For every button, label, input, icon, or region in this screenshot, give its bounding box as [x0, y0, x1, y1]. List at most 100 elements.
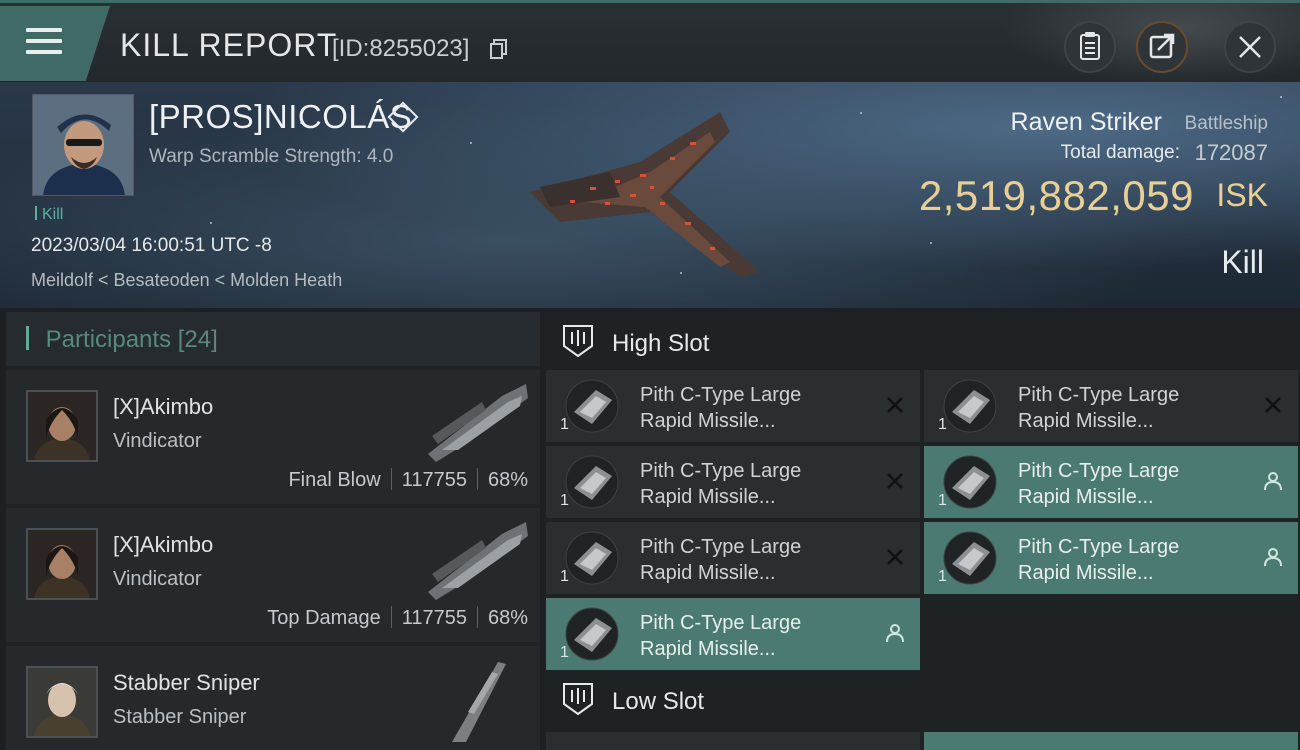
- participant-name[interactable]: Stabber Sniper: [113, 670, 260, 696]
- kill-datetime: 2023/03/04 16:00:51 UTC -8: [31, 235, 272, 256]
- participant-avatar[interactable]: [26, 528, 98, 600]
- participants-header: Participants [24]: [6, 312, 540, 366]
- low-slot-title: Low Slot: [612, 688, 705, 715]
- page-title: KILL REPORT: [120, 27, 338, 63]
- menu-icon: [26, 28, 62, 56]
- participant-damage: 117755: [401, 469, 467, 491]
- kill-tag: Kill: [35, 206, 63, 224]
- module-quantity: 1: [938, 416, 947, 433]
- module-name-line2: Rapid Missile...: [1018, 486, 1154, 508]
- victim-avatar[interactable]: [32, 94, 134, 196]
- participant-row[interactable]: [X]Akimbo Vindicator Final Blow 117755 68%: [6, 370, 540, 504]
- clipboard-button[interactable]: [1064, 21, 1116, 73]
- module-name-line2: Rapid Missile...: [640, 410, 776, 432]
- participant-portrait: [28, 530, 96, 598]
- module-name: Pith C-Type Large Rapid Missile...: [640, 534, 801, 586]
- participant-stats: Final Blow 117755 68%: [288, 468, 528, 492]
- destroyed-icon: [887, 549, 903, 565]
- participant-portrait: [28, 668, 96, 736]
- module-slot[interactable]: 1 Pith C-Type Large Rapid Missile...: [924, 522, 1298, 594]
- share-icon: [1149, 33, 1175, 59]
- module-slot[interactable]: 1 Pith C-Type Large Rapid Missile...: [546, 370, 920, 442]
- victim-portrait: [33, 95, 133, 195]
- module-quantity: 1: [560, 644, 569, 661]
- module-name-line1: Pith C-Type Large: [640, 384, 802, 406]
- participant-avatar[interactable]: [26, 390, 98, 462]
- low-slot-icon: [563, 683, 593, 716]
- close-icon: [1239, 36, 1261, 58]
- participant-ship-image: [428, 384, 528, 462]
- isk-unit: ISK: [1216, 177, 1268, 213]
- participant-avatar[interactable]: [26, 666, 98, 738]
- module-slot[interactable]: 1 Pith C-Type Large Rapid Missile...: [924, 370, 1298, 442]
- victim-ship-image: [530, 112, 760, 277]
- missile-launcher-icon: [565, 607, 619, 661]
- module-slot-partial[interactable]: [546, 732, 920, 750]
- menu-button[interactable]: [0, 6, 110, 81]
- share-button[interactable]: [1136, 21, 1188, 73]
- high-slot-icon: [563, 325, 593, 358]
- module-name-line1: Pith C-Type Large: [640, 612, 802, 634]
- module-name-line1: Pith C-Type Large: [1018, 460, 1180, 482]
- participant-percent: 68%: [487, 607, 528, 629]
- victim-banner: [PROS]NICOLÁS Warp Scramble Strength: 4.…: [0, 82, 1300, 308]
- total-damage-label: Total damage:: [1060, 142, 1180, 163]
- participant-percent: 68%: [487, 469, 528, 491]
- victim-name[interactable]: [PROS]NICOLÁS: [149, 98, 412, 136]
- warp-scramble-strength: Warp Scramble Strength: 4.0: [149, 146, 394, 167]
- module-name-line2: Rapid Missile...: [1018, 562, 1154, 584]
- module-name-line2: Rapid Missile...: [640, 638, 776, 660]
- module-quantity: 1: [560, 492, 569, 509]
- participant-ship: Stabber Sniper: [113, 706, 247, 728]
- close-button[interactable]: [1224, 21, 1276, 73]
- participant-row[interactable]: [X]Akimbo Vindicator Top Damage 117755 68%: [6, 508, 540, 642]
- missile-launcher-icon: [565, 379, 619, 433]
- module-name: Pith C-Type Large Rapid Missile...: [640, 382, 801, 434]
- header-bar: KILL REPORT [ID:8255023]: [0, 0, 1300, 85]
- victim-ship-name[interactable]: Raven Striker: [1011, 108, 1162, 137]
- participant-name[interactable]: [X]Akimbo: [113, 532, 213, 558]
- dropped-person-icon: [886, 624, 904, 643]
- module-slot[interactable]: 1 Pith C-Type Large Rapid Missile...: [546, 598, 920, 670]
- participant-ship-image: [428, 522, 528, 600]
- module-slot-partial[interactable]: [924, 732, 1298, 750]
- module-slot[interactable]: 1 Pith C-Type Large Rapid Missile...: [546, 522, 920, 594]
- victim-ship-class: Battleship: [1184, 113, 1268, 134]
- total-damage-value: 172087: [1194, 140, 1268, 165]
- clipboard-icon: [1080, 32, 1100, 60]
- participant-ship-image: [452, 662, 506, 742]
- module-slot[interactable]: 1 Pith C-Type Large Rapid Missile...: [546, 446, 920, 518]
- participant-role: Final Blow: [288, 469, 381, 491]
- destroyed-icon: [887, 397, 903, 413]
- module-name: Pith C-Type Large Rapid Missile...: [1018, 534, 1179, 586]
- module-quantity: 1: [560, 416, 569, 433]
- kill-result: Kill: [1221, 244, 1264, 280]
- low-slot-header: Low Slot: [544, 672, 1300, 728]
- missile-launcher-icon: [943, 531, 997, 585]
- destroyed-icon: [887, 473, 903, 489]
- participants-title: Participants [24]: [26, 326, 218, 354]
- participant-name[interactable]: [X]Akimbo: [113, 394, 213, 420]
- participant-portrait: [28, 392, 96, 460]
- module-name: Pith C-Type Large Rapid Missile...: [1018, 458, 1179, 510]
- participant-ship: Vindicator: [113, 568, 202, 590]
- module-quantity: 1: [938, 568, 947, 585]
- kill-location[interactable]: Meildolf < Besateoden < Molden Heath: [31, 270, 342, 291]
- missile-launcher-icon: [565, 455, 619, 509]
- module-quantity: 1: [560, 568, 569, 585]
- copy-icon[interactable]: [490, 39, 508, 59]
- participant-stats: Top Damage 117755 68%: [267, 606, 528, 630]
- high-slot-header: High Slot: [544, 314, 1300, 370]
- module-name-line2: Rapid Missile...: [640, 486, 776, 508]
- module-slot[interactable]: 1 Pith C-Type Large Rapid Missile...: [924, 446, 1298, 518]
- participants-title-label: Participants: [45, 326, 172, 353]
- isk-value: 2,519,882,059: [918, 172, 1194, 219]
- destroyed-icon: [1265, 397, 1281, 413]
- participant-row[interactable]: Stabber Sniper Stabber Sniper: [6, 646, 540, 750]
- dropped-person-icon: [1264, 548, 1282, 567]
- module-name-line2: Rapid Missile...: [1018, 410, 1154, 432]
- module-name-line1: Pith C-Type Large: [640, 460, 802, 482]
- participants-count: [24]: [177, 326, 218, 353]
- missile-launcher-icon: [943, 379, 997, 433]
- high-slot-title: High Slot: [612, 330, 710, 357]
